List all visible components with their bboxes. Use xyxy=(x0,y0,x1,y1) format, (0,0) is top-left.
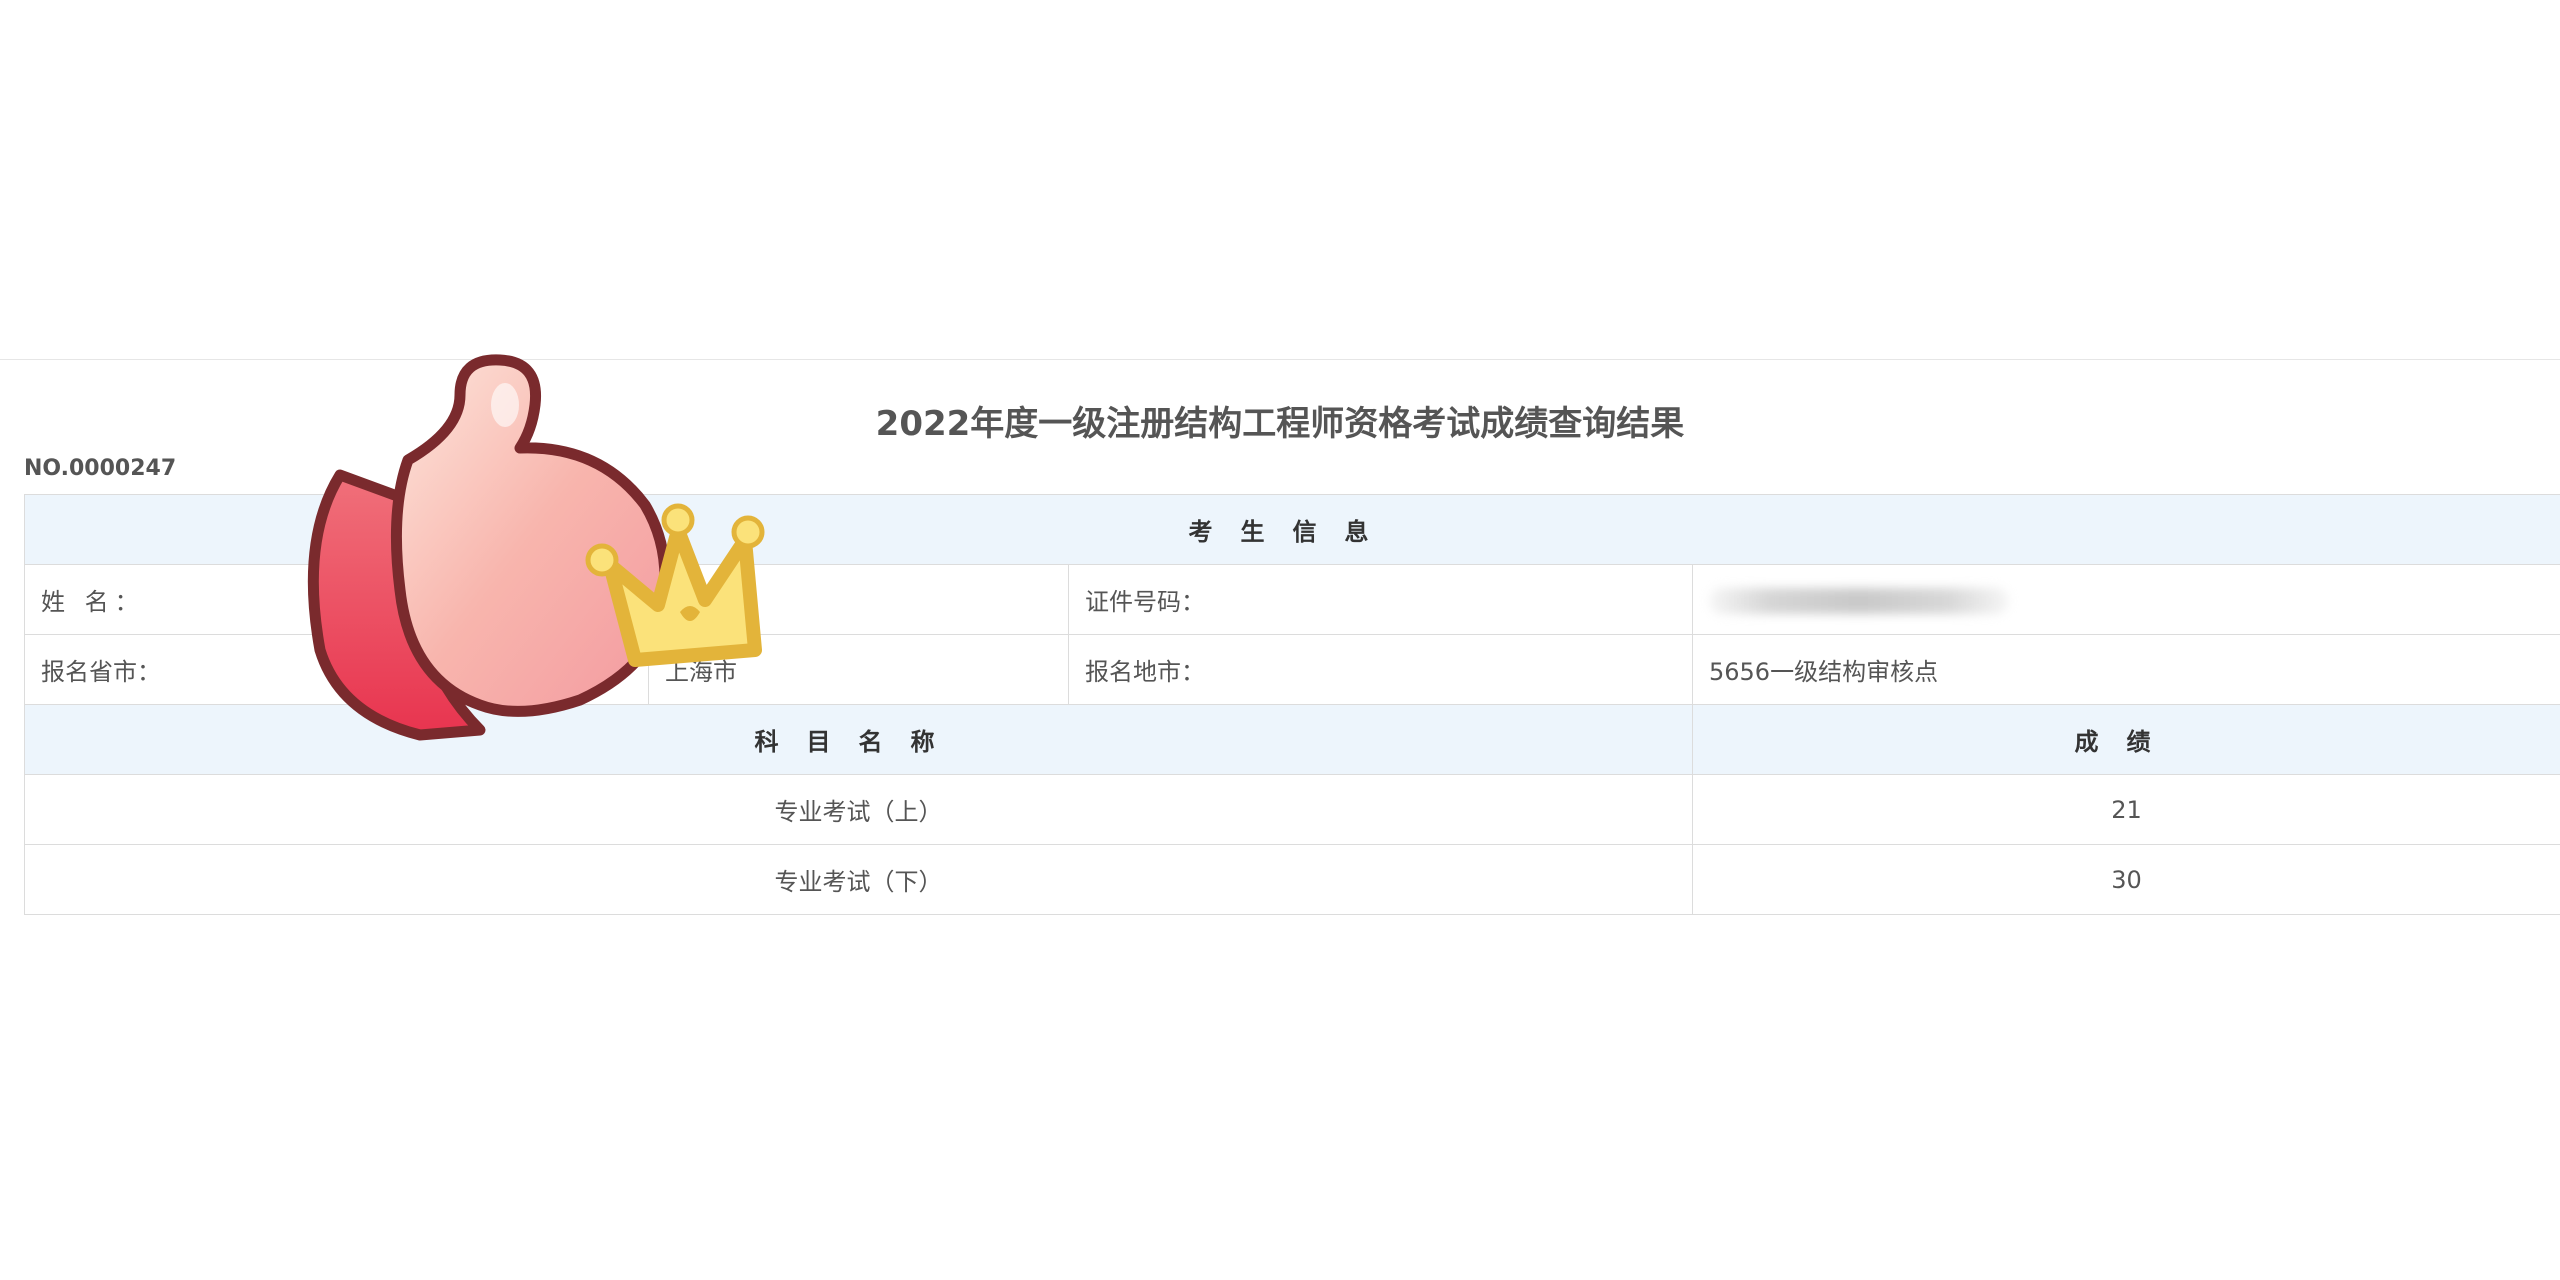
subject-name: 专业考试（上） xyxy=(24,774,1693,845)
score-row: 专业考试（下） 30 xyxy=(24,844,2560,915)
record-number: NO.0000247 xyxy=(24,456,177,481)
id-number-value xyxy=(1692,564,2560,635)
subject-score: 30 xyxy=(1692,844,2560,915)
subject-score: 21 xyxy=(1692,774,2560,845)
id-number-label: 证件号码： xyxy=(1068,564,1693,635)
name-label-text: 姓 名： xyxy=(41,588,145,616)
subject-column-header: 科目名称 xyxy=(24,704,1693,775)
score-row: 专业考试（上） 21 xyxy=(24,774,2560,845)
site-value: 5656一级结构审核点 xyxy=(1692,634,2560,705)
site-label: 报名地市： xyxy=(1068,634,1693,705)
id-number-redacted xyxy=(1709,587,2009,614)
subject-name: 专业考试（下） xyxy=(24,844,1693,915)
score-column-header: 成绩 xyxy=(1692,704,2560,775)
thumbs-up-crown-sticker-icon xyxy=(307,354,765,741)
